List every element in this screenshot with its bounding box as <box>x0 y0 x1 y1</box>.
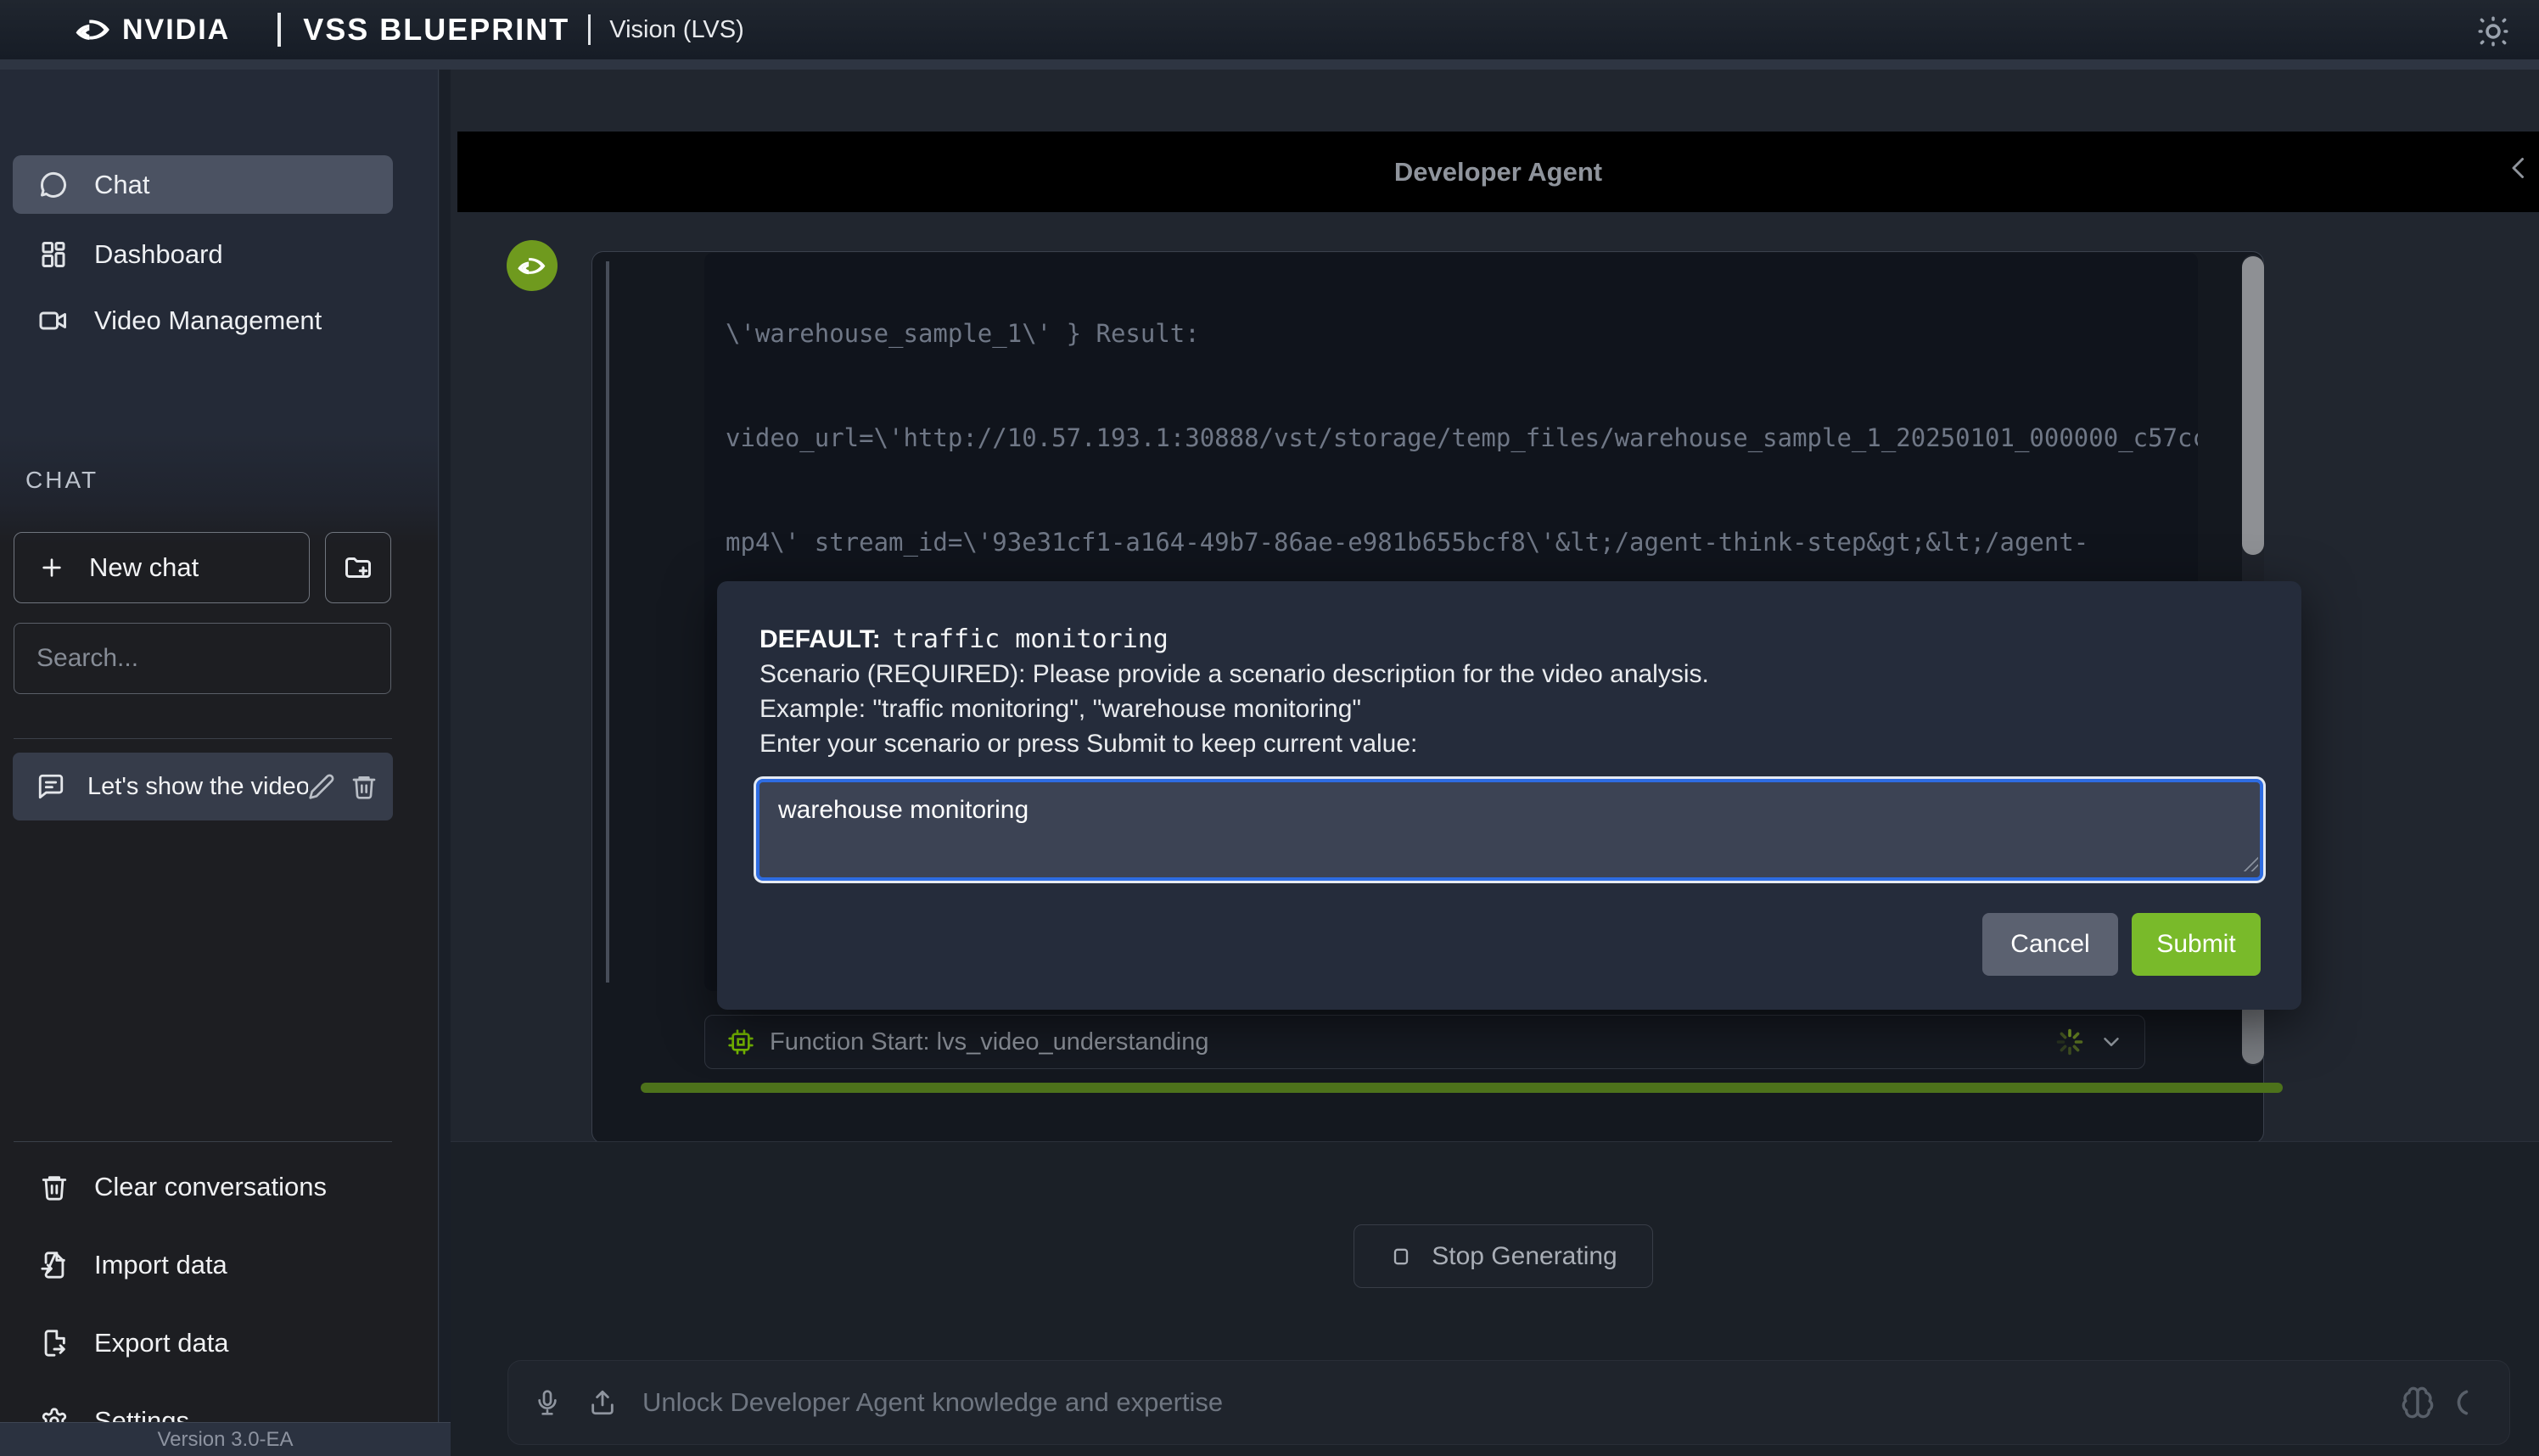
export-data-button[interactable]: Export data <box>13 1312 393 1375</box>
import-data-button[interactable]: Import data <box>13 1234 393 1296</box>
microphone-icon[interactable] <box>534 1389 563 1416</box>
nvidia-eye-icon <box>75 17 112 42</box>
top-navbar: NVIDIA VSS BLUEPRINT Vision (LVS) <box>0 0 2539 59</box>
sidebar-divider <box>14 738 392 739</box>
stop-generating-label: Stop Generating <box>1432 1241 1617 1270</box>
code-line: \'warehouse_sample_1\' } Result: <box>726 319 1200 348</box>
example-line: Example: "traffic monitoring", "warehous… <box>759 695 1362 723</box>
delete-trash-icon[interactable] <box>350 773 378 800</box>
file-export-icon <box>40 1329 69 1358</box>
conversation-item[interactable]: Let's show the videos... <box>13 753 393 820</box>
blockquote-bar <box>606 261 609 983</box>
sidebar-item-label: Video Management <box>94 305 322 335</box>
code-line: video_url=\'http://10.57.193.1:30888/vst… <box>726 423 2198 452</box>
trash-icon <box>40 1173 69 1201</box>
search-input[interactable] <box>14 623 391 694</box>
dashboard-grid-icon <box>38 239 69 270</box>
function-status-label: Function Start: lvs_video_understanding <box>770 1028 1209 1056</box>
action-label: Import data <box>94 1250 227 1280</box>
sidebar: Chat Dashboard Video Management CHAT New… <box>0 70 439 1436</box>
chat-section-title: CHAT <box>25 467 99 493</box>
default-value: traffic monitoring <box>892 624 1169 654</box>
agent-header-bar: Developer Agent <box>457 132 2539 212</box>
code-line: mp4\' stream_id=\'93e31cf1-a164-49b7-86a… <box>726 528 2089 557</box>
new-chat-label: New chat <box>89 552 199 582</box>
loading-arc-icon <box>2455 1387 2487 1418</box>
sidebar-item-chat[interactable]: Chat <box>13 155 393 214</box>
file-import-icon <box>40 1251 69 1280</box>
clear-conversations-button[interactable]: Clear conversations <box>13 1156 393 1218</box>
chevron-down-icon[interactable] <box>2099 1029 2124 1055</box>
sidebar-item-dashboard[interactable]: Dashboard <box>13 225 393 283</box>
chat-bubble-icon <box>38 170 69 200</box>
submit-button[interactable]: Submit <box>2132 913 2261 976</box>
prompt-line: Enter your scenario or press Submit to k… <box>759 730 1418 758</box>
spinner-icon <box>2054 1027 2085 1057</box>
sidebar-item-video-management[interactable]: Video Management <box>13 291 393 350</box>
upload-icon[interactable] <box>588 1388 617 1417</box>
cancel-button[interactable]: Cancel <box>1982 913 2118 976</box>
sidebar-item-label: Chat <box>94 169 150 199</box>
brain-icon[interactable] <box>2401 1386 2434 1420</box>
conversation-title: Let's show the videos... <box>87 772 308 800</box>
edit-pencil-icon[interactable] <box>308 773 335 800</box>
theme-sun-icon[interactable] <box>2471 12 2515 51</box>
default-line: DEFAULT: traffic monitoring <box>759 622 1709 657</box>
scenario-dialog: DEFAULT: traffic monitoring Scenario (REQ… <box>717 581 2301 1010</box>
version-footer: Version 3.0-EA <box>0 1422 451 1456</box>
sidebar-gutter <box>440 70 451 1422</box>
scrollbar-thumb[interactable] <box>2242 256 2264 555</box>
new-folder-button[interactable] <box>325 532 391 603</box>
navbar-divider <box>277 13 282 47</box>
navbar-divider-2 <box>588 14 591 45</box>
navbar-shadow-band <box>0 59 2539 70</box>
action-label: Export data <box>94 1328 229 1358</box>
action-label: Clear conversations <box>94 1172 327 1201</box>
chevron-left-icon[interactable] <box>2503 153 2534 183</box>
chat-input-bar <box>507 1360 2510 1445</box>
assistant-nvidia-avatar <box>507 240 558 291</box>
nvidia-wordmark: NVIDIA <box>122 13 231 46</box>
dialog-text: DEFAULT: traffic monitoring Scenario (REQ… <box>759 622 1709 761</box>
stop-generating-button[interactable]: Stop Generating <box>1354 1224 1653 1288</box>
default-label: DEFAULT: <box>759 625 881 653</box>
chip-cpu-icon <box>727 1028 754 1056</box>
message-input[interactable] <box>642 1387 2401 1418</box>
sidebar-divider <box>14 1141 392 1142</box>
sidebar-item-label: Dashboard <box>94 238 223 269</box>
scenario-textarea[interactable]: warehouse monitoring <box>756 779 2263 881</box>
new-chat-button[interactable]: New chat <box>14 532 310 603</box>
folder-plus-icon <box>343 552 373 583</box>
video-camera-icon <box>38 305 69 336</box>
version-label: Version 3.0-EA <box>157 1427 294 1451</box>
plus-icon <box>38 554 65 581</box>
page-title: Developer Agent <box>1393 156 1603 187</box>
function-status-row[interactable]: Function Start: lvs_video_understanding <box>704 1015 2145 1069</box>
message-lines-icon <box>36 772 65 801</box>
product-title: VSS BLUEPRINT <box>303 12 570 47</box>
generation-progress-bar <box>641 1083 2283 1093</box>
scenario-required-line: Scenario (REQUIRED): Please provide a sc… <box>759 660 1709 688</box>
stop-square-icon <box>1389 1245 1413 1268</box>
mode-label: Vision (LVS) <box>609 15 744 43</box>
